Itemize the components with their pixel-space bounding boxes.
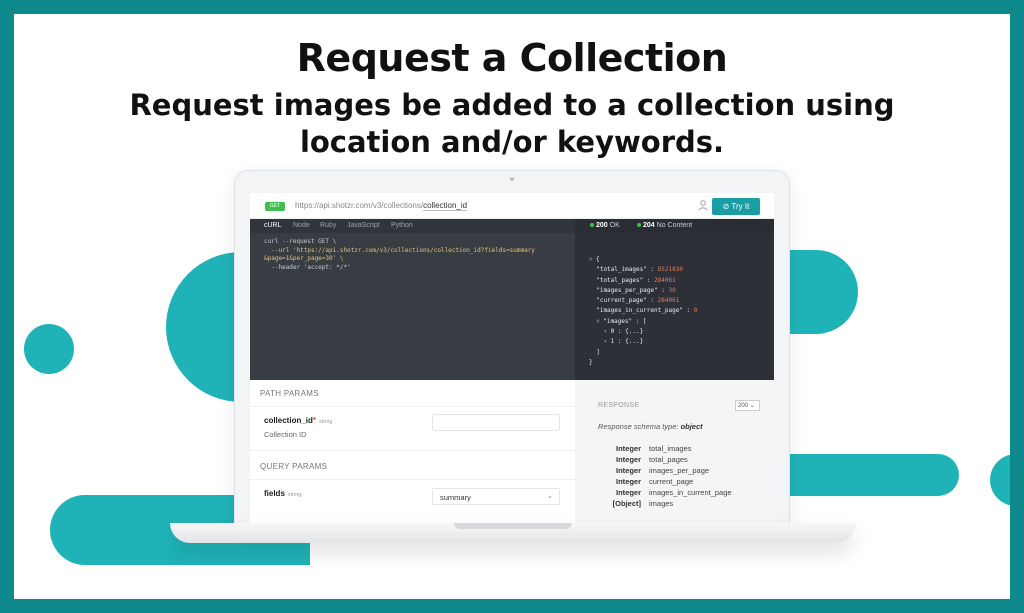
tab-javascript[interactable]: JavaScript xyxy=(347,222,380,229)
laptop-screen: GET https://api.shotzr.com/v3/collection… xyxy=(234,170,790,529)
slide-frame: Request a Collection Request images be a… xyxy=(14,14,1010,599)
decor-blob-left-dot xyxy=(24,324,74,374)
json-line: "total_pages" : 284061 xyxy=(589,276,676,284)
status-204-tab[interactable]: 204 No Content xyxy=(637,222,692,229)
response-json: ˅ { "total_images" : 8521830 "total_page… xyxy=(589,255,697,368)
json-line[interactable]: › 1 : {...} xyxy=(589,337,697,347)
url-base: https://api.shotzr.com/v3/collections/ xyxy=(295,201,424,210)
json-line: "images_in_current_page" : 0 xyxy=(589,307,698,315)
json-line: "current_page" : 284061 xyxy=(589,297,680,305)
code-panel: cURL Node Ruby JavaScript Python curl --… xyxy=(250,219,575,380)
response-code-select[interactable]: 200 ⌄ xyxy=(735,400,760,411)
json-line[interactable]: › 0 : {...} xyxy=(589,327,697,337)
response-label: RESPONSE xyxy=(598,402,640,409)
json-line: "images_per_page" : 30 xyxy=(589,286,676,294)
status-tabs: 200 OK 204 No Content xyxy=(575,219,774,233)
code-line: &page=1&per_page=30' \ xyxy=(264,255,344,262)
query-params-header: QUERY PARAMS xyxy=(260,462,328,471)
status-dot-icon xyxy=(637,223,641,228)
url-bar: GET https://api.shotzr.com/v3/collection… xyxy=(250,193,774,219)
code-line: curl --request GET \ xyxy=(264,238,337,245)
chevron-down-icon: ⌄ xyxy=(547,493,553,500)
camera-icon xyxy=(510,177,514,181)
tab-node[interactable]: Node xyxy=(293,222,310,229)
fields-select-value: summary xyxy=(440,493,471,502)
param-collection-id-desc: Collection ID xyxy=(264,430,307,439)
param-fields: fields string xyxy=(264,489,302,498)
request-url: https://api.shotzr.com/v3/collections/co… xyxy=(295,201,468,211)
try-it-label: Try It xyxy=(731,202,750,211)
code-sample: curl --request GET \ --url 'https://api.… xyxy=(264,238,535,272)
try-it-button[interactable]: ⊘ Try It xyxy=(712,198,760,215)
json-line: ] xyxy=(589,348,600,356)
param-collection-id: collection_id* string xyxy=(264,416,333,425)
collection-id-input[interactable] xyxy=(432,414,560,431)
divider xyxy=(250,479,575,480)
path-params-header: PATH PARAMS xyxy=(260,389,319,398)
json-line[interactable]: ˅ "images" : [ xyxy=(589,317,697,327)
code-line: --url 'https://api.shotzr.com/v3/collect… xyxy=(264,246,535,254)
response-schema: RESPONSE 200 ⌄ Response schema type: obj… xyxy=(575,380,774,529)
status-dot-icon xyxy=(590,223,594,228)
params-panel: PATH PARAMS collection_id* string Collect… xyxy=(250,380,575,529)
play-circle-icon: ⊘ xyxy=(722,202,730,211)
page-title: Request a Collection xyxy=(296,36,728,80)
schema-type: Response schema type: object xyxy=(598,422,703,431)
api-explorer: GET https://api.shotzr.com/v3/collection… xyxy=(250,193,774,529)
page-subtitle: Request images be added to a collection … xyxy=(129,88,895,159)
user-icon[interactable] xyxy=(698,200,708,211)
divider xyxy=(250,406,575,407)
laptop-notch xyxy=(454,523,572,529)
decor-blob-right-edge xyxy=(990,454,1010,506)
status-200-tab[interactable]: 200 OK xyxy=(590,222,620,229)
url-param[interactable]: collection_id xyxy=(423,201,468,211)
divider xyxy=(250,450,575,451)
fields-select[interactable]: summary ⌄ xyxy=(432,488,560,505)
json-line: } xyxy=(589,358,593,366)
json-line: "total_images" : 8521830 xyxy=(589,266,683,274)
json-line[interactable]: ˅ { xyxy=(589,255,697,265)
tab-ruby[interactable]: Ruby xyxy=(320,222,336,229)
code-line: --header 'accept: */*' xyxy=(264,263,351,271)
tab-curl[interactable]: cURL xyxy=(264,222,282,229)
language-tabs: cURL Node Ruby JavaScript Python xyxy=(250,219,575,233)
tab-python[interactable]: Python xyxy=(391,222,413,229)
chevron-down-icon: ⌄ xyxy=(749,403,755,409)
response-panel: 200 OK 204 No Content ˅ { "total_images"… xyxy=(575,219,774,380)
method-badge: GET xyxy=(265,202,285,211)
